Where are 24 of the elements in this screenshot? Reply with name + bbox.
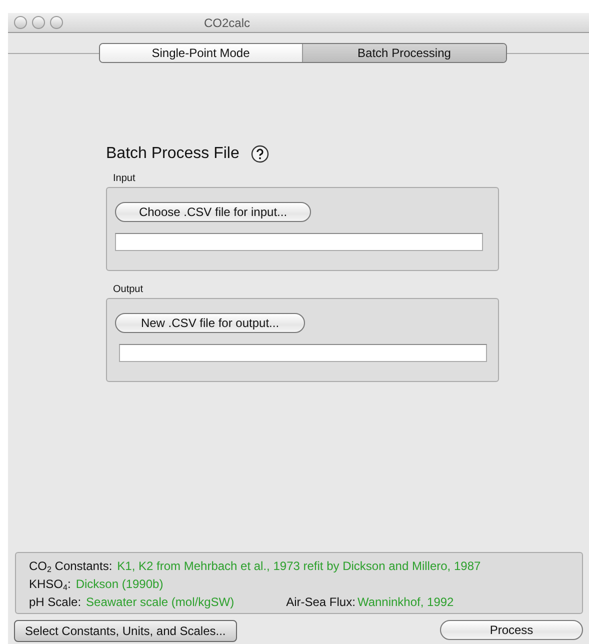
path-field[interactable] (119, 344, 487, 362)
group-label: Input (113, 173, 136, 184)
setting-value: Dickson (1990b) (76, 577, 164, 592)
path-field[interactable] (115, 233, 483, 251)
close-icon[interactable] (14, 16, 27, 29)
tab[interactable]: Batch Processing (302, 44, 506, 62)
process-button[interactable]: Process (440, 620, 583, 640)
setting-value: Seawater scale (mol/kgSW) (86, 595, 234, 609)
file-button[interactable]: Choose .CSV file for input... (115, 202, 311, 222)
setting-label: CO$_{2}$ Constants: (29, 559, 112, 574)
tab[interactable]: Single-Point Mode (100, 44, 302, 62)
setting-value: K1, K2 from Mehrbach et al., 1973 refit by Dickson and Millero, 1987 (117, 559, 481, 574)
setting-value: Wanninkhof, 1992 (357, 595, 454, 609)
select-button[interactable]: Select Constants, Units, and Scales... (14, 620, 237, 642)
section-heading: Batch Process File (106, 145, 240, 163)
setting-label: Air-Sea Flux: (286, 595, 356, 609)
setting-label: KHSO$_{4}$: (29, 577, 71, 592)
help-icon[interactable] (251, 145, 270, 163)
file-button[interactable]: New .CSV file for output... (115, 313, 305, 333)
zoom-icon[interactable] (50, 16, 63, 29)
window-title: CO2calc (204, 16, 250, 30)
group-label: Output (113, 284, 144, 295)
setting-label: pH Scale: (29, 595, 82, 609)
minimize-icon[interactable] (32, 16, 45, 29)
